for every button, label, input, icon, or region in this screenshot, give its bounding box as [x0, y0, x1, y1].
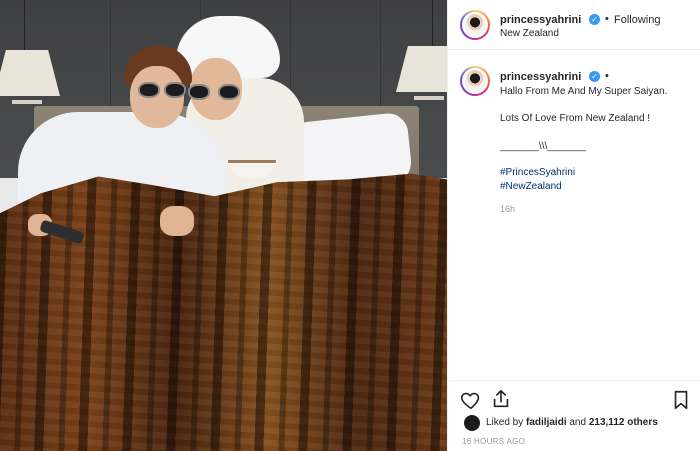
verified-badge-icon: ✓ — [589, 14, 600, 25]
wall-panel-line — [110, 0, 111, 120]
bookmark-icon[interactable] — [670, 389, 692, 411]
post-header: princessyahrini ✓ • Following New Zealan… — [448, 0, 700, 50]
lamp-cord-right — [432, 0, 433, 48]
share-icon[interactable] — [490, 388, 512, 410]
liked-by-avatar[interactable] — [464, 415, 480, 431]
lamp-base-right — [414, 96, 444, 100]
following-button[interactable]: Following — [614, 14, 660, 26]
caption-text-line: Hallo From Me And My Super Saiyan. — [500, 86, 668, 97]
caption-text-line: Lots Of Love From New Zealand ! — [500, 113, 651, 124]
wall-panel-line — [380, 0, 381, 120]
caption-text-line: _______\\\_______ — [500, 141, 587, 152]
heart-icon[interactable] — [460, 389, 482, 411]
separator-dot: • — [605, 13, 609, 25]
lamp-base-left — [12, 100, 42, 104]
likes-count[interactable]: 213,112 others — [589, 417, 658, 428]
man-sunglasses — [138, 82, 190, 98]
hashtag-link[interactable]: #PrincesSyahrini — [500, 167, 575, 178]
location-link[interactable]: New Zealand — [500, 28, 559, 39]
caption-username[interactable]: princessyahrini — [500, 71, 581, 83]
liked-by-text: Liked by fadiljaidi and 213,112 others — [486, 417, 658, 428]
woman-sunglasses — [188, 84, 244, 100]
hand — [160, 206, 194, 236]
profile-avatar[interactable] — [460, 10, 490, 40]
post-side-panel: princessyahrini ✓ • Following New Zealan… — [447, 0, 700, 451]
verified-badge-icon: ✓ — [589, 71, 600, 82]
separator-dot: • — [605, 70, 609, 82]
liked-by-user[interactable]: fadiljaidi — [526, 417, 567, 428]
header-username[interactable]: princessyahrini — [500, 14, 581, 26]
liked-by-prefix: Liked by — [486, 417, 524, 428]
caption-time: 16h — [500, 204, 516, 214]
fur-blanket — [0, 173, 447, 451]
lamp-cord-left — [24, 0, 25, 52]
post-timestamp[interactable]: 16 HOURS AGO — [462, 437, 525, 446]
hashtag-link[interactable]: #NewZealand — [500, 181, 562, 192]
liked-by-and: and — [569, 417, 587, 428]
caption-avatar[interactable] — [460, 66, 490, 96]
post-photo[interactable] — [0, 0, 447, 451]
